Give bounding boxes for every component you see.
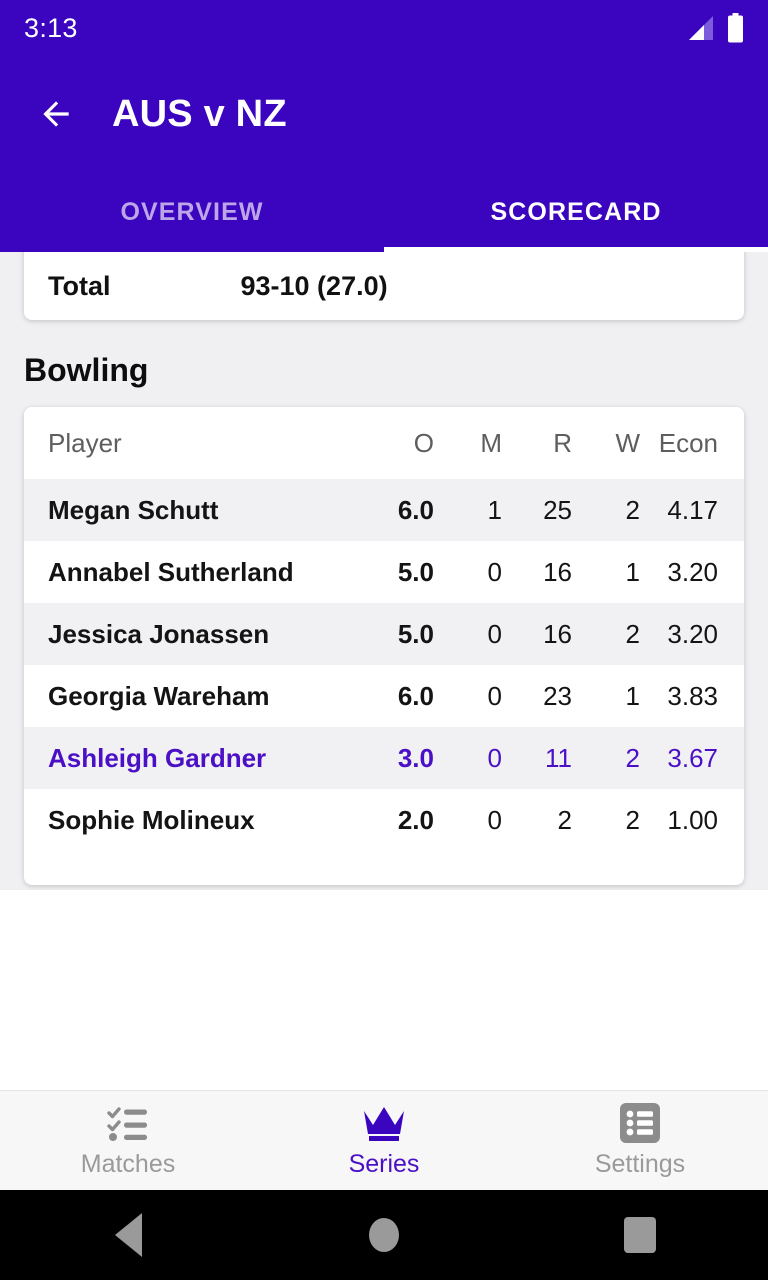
bowling-table-body: Megan Schutt 6.0 1 25 2 4.17 Annabel Sut…: [24, 479, 744, 851]
column-header-overs: O: [354, 407, 434, 479]
cell-economy: 3.20: [667, 618, 718, 649]
cell-economy: 3.20: [667, 556, 718, 587]
cell-maidens: 0: [487, 556, 502, 587]
tab-bar: OVERVIEW SCORECARD: [0, 172, 768, 252]
cell-player: Georgia Wareham: [48, 680, 270, 711]
battery-full-icon: [727, 13, 744, 43]
scorecard-scroll-area[interactable]: Total 93-10 (27.0) Bowling Player O M R …: [0, 252, 768, 890]
android-back-button[interactable]: [0, 1213, 256, 1257]
cell-player: Sophie Molineux: [48, 804, 255, 835]
cell-runs: 16: [543, 556, 572, 587]
column-header-player: Player: [24, 407, 354, 479]
table-row[interactable]: Annabel Sutherland 5.0 0 16 1 3.20: [24, 541, 744, 603]
cell-runs: 11: [545, 742, 572, 773]
table-row[interactable]: Megan Schutt 6.0 1 25 2 4.17: [24, 479, 744, 541]
column-header-wickets: W: [572, 407, 640, 479]
table-header-row: Player O M R W Econ: [24, 407, 744, 479]
cell-player: Annabel Sutherland: [48, 556, 294, 587]
playlist-check-icon: [107, 1102, 149, 1144]
cell-wickets: 2: [625, 494, 640, 525]
android-home-button[interactable]: [256, 1218, 512, 1252]
android-recents-icon: [624, 1217, 656, 1253]
status-bar-clock: 3:13: [24, 12, 78, 43]
android-home-icon: [369, 1218, 399, 1252]
cell-wickets: 1: [625, 556, 640, 587]
total-row: Total 93-10 (27.0): [24, 252, 744, 320]
cell-economy: 3.83: [667, 680, 718, 711]
crown-icon: [360, 1102, 408, 1144]
cell-maidens: 0: [487, 618, 502, 649]
cell-economy: 3.67: [667, 742, 718, 773]
bowling-table-header: Player O M R W Econ: [24, 407, 744, 479]
cell-maidens: 0: [487, 742, 502, 773]
cell-maidens: 0: [487, 804, 502, 835]
cell-economy: 4.17: [667, 494, 718, 525]
card-bottom-padding: [24, 851, 744, 885]
bowling-section-title: Bowling: [24, 352, 149, 388]
phone-screen: 3:13 AUS v NZ OVERVIEW SCORECARD Total 9…: [0, 0, 768, 1280]
cell-overs: 5.0: [397, 556, 434, 587]
nav-label-matches: Matches: [80, 1150, 176, 1178]
tab-overview[interactable]: OVERVIEW: [0, 172, 384, 252]
nav-label-series: Series: [348, 1150, 420, 1178]
nav-item-settings[interactable]: Settings: [512, 1091, 768, 1190]
android-back-icon: [114, 1213, 142, 1257]
table-row[interactable]: Georgia Wareham 6.0 0 23 1 3.83: [24, 665, 744, 727]
nav-item-series[interactable]: Series: [256, 1091, 512, 1190]
status-bar: 3:13: [0, 0, 768, 56]
cell-player: Ashleigh Gardner: [48, 742, 267, 773]
system-navigation-bar: [0, 1190, 768, 1280]
total-label: Total: [48, 270, 111, 301]
cell-player: Jessica Jonassen: [48, 618, 270, 649]
cell-runs: 25: [543, 494, 572, 525]
cell-player: Megan Schutt: [48, 494, 219, 525]
status-bar-icons: [685, 13, 744, 43]
cell-maidens: 0: [487, 680, 502, 711]
column-header-economy: Econ: [640, 407, 744, 479]
cell-runs: 2: [557, 804, 572, 835]
cell-wickets: 2: [625, 742, 640, 773]
cell-wickets: 2: [625, 804, 640, 835]
cell-overs: 6.0: [397, 680, 434, 711]
nav-item-matches[interactable]: Matches: [0, 1091, 256, 1190]
cell-economy: 1.00: [667, 804, 718, 835]
app-bar: AUS v NZ: [0, 56, 768, 172]
tab-scorecard[interactable]: SCORECARD: [384, 172, 768, 252]
cell-runs: 23: [543, 680, 572, 711]
page-title: AUS v NZ: [112, 92, 287, 135]
nav-label-settings: Settings: [594, 1150, 686, 1178]
column-header-runs: R: [502, 407, 572, 479]
table-row-highlighted[interactable]: Ashleigh Gardner 3.0 0 11 2 3.67: [24, 727, 744, 789]
cell-maidens: 1: [487, 494, 502, 525]
table-row[interactable]: Jessica Jonassen 5.0 0 16 2 3.20: [24, 603, 744, 665]
signal-cellular-icon: [685, 15, 715, 41]
cell-overs: 5.0: [397, 618, 434, 649]
cell-wickets: 1: [625, 680, 640, 711]
bowling-card: Player O M R W Econ Megan Schutt 6.0 1 2…: [24, 407, 744, 885]
back-button[interactable]: [28, 86, 84, 142]
table-row[interactable]: Sophie Molineux 2.0 0 2 2 1.00: [24, 789, 744, 851]
cell-wickets: 2: [625, 618, 640, 649]
innings-total-card: Total 93-10 (27.0): [24, 252, 744, 320]
cell-runs: 16: [543, 618, 572, 649]
cell-overs: 3.0: [397, 742, 434, 773]
cell-overs: 2.0: [397, 804, 434, 835]
cell-overs: 6.0: [397, 494, 434, 525]
android-recents-button[interactable]: [512, 1217, 768, 1253]
bowling-table: Player O M R W Econ Megan Schutt 6.0 1 2…: [24, 407, 744, 851]
arrow-left-icon: [43, 101, 69, 127]
list-box-icon: [620, 1102, 660, 1144]
bottom-navigation: Matches Series Settings: [0, 1090, 768, 1190]
total-value: 93-10 (27.0): [240, 270, 388, 301]
column-header-maidens: M: [434, 407, 502, 479]
